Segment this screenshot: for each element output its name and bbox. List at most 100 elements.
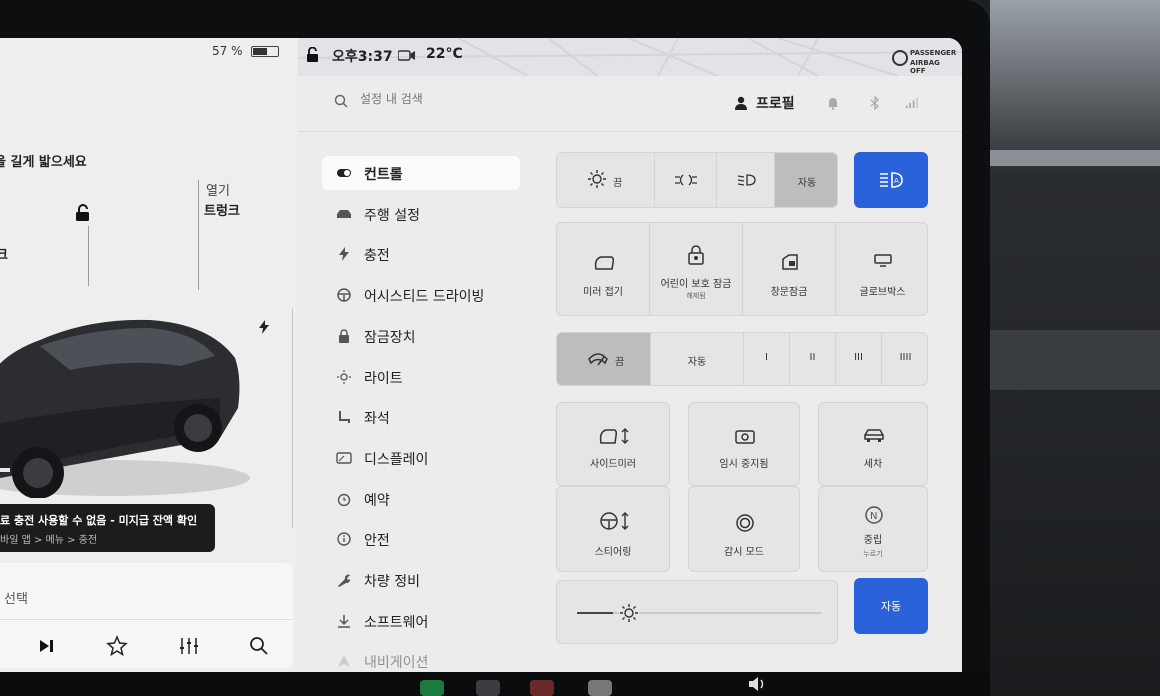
steering-wheel-icon [337,288,351,302]
brightness-slider[interactable] [556,580,838,644]
menu-item-label: 좌석 [364,411,390,428]
menu-item[interactable]: 소프트웨어 [322,604,520,638]
child-lock-status: 해제됨 [686,292,706,300]
low-beam-button[interactable] [717,153,775,207]
alert-title: 료 충전 사용할 수 없음 - 미지급 잔액 확인 [0,514,198,527]
brightness-auto-button[interactable]: 자동 [854,578,928,634]
menu-item-label: 컨트롤 [364,167,403,183]
media-source-select[interactable]: 선택 [4,588,28,607]
window-lock-button[interactable]: 창문잠금 [743,223,836,315]
menu-item[interactable]: 예약 [322,482,520,516]
brightness-auto-label: 자동 [880,600,902,613]
menu-item[interactable]: 디스플레이 [322,441,520,475]
child-lock-label: 어린이 보호 잠금 [660,279,732,290]
profile-button[interactable]: 프로필 [756,93,795,113]
window-lock-icon [782,254,798,270]
neutral-button[interactable]: N 중립 누르기 [818,486,928,572]
menu-item-label: 내비게이션 [364,655,429,672]
brightness-sun-icon[interactable] [619,603,639,623]
menu-item-label: 잠금장치 [364,329,416,346]
guide-line [292,308,293,528]
high-beam-button[interactable]: A [854,152,928,208]
wiper-speed-2-button[interactable]: II [790,333,836,385]
menu-item[interactable]: 어시스티드 드라이빙 [322,278,520,312]
lights-off-button[interactable]: 끔 [557,153,655,207]
dashboard-trim [990,330,1160,390]
menu-item[interactable]: 주행 설정 [322,197,520,231]
bell-icon[interactable] [826,96,840,110]
equalizer-icon[interactable] [178,635,200,657]
menu-item[interactable]: 안전 [322,522,520,556]
menu-item-label: 어시스티드 드라이빙 [364,289,485,306]
unlock-status-icon[interactable] [306,47,320,62]
neutral-icon: N [865,506,883,524]
child-lock-button[interactable]: 어린이 보호 잠금 해제됨 [650,223,743,315]
menu-item-label: 소프트웨어 [364,614,429,631]
app-icon[interactable] [420,680,444,696]
wiper-speed-4-button[interactable]: IIII [882,333,927,385]
menu-item[interactable]: 내비게이션 [322,644,520,672]
car-wash-icon [864,429,884,442]
wiper-icon [588,353,608,366]
status-bar: 오후3:37 22°C PASSENGER AIRBAG OFF [298,38,962,76]
mirror-fold-button[interactable]: 미러 접기 [557,223,650,315]
dashcam-icon[interactable] [398,50,416,61]
sentry-mode-button[interactable]: 감시 모드 [688,486,800,572]
child-lock-icon [688,245,704,265]
profile-icon [735,96,747,110]
wiper-auto-label: 자동 [687,357,707,368]
menu-item-label: 디스플레이 [364,451,429,468]
clock: 오후3:37 [332,49,393,65]
glovebox-icon [874,254,892,267]
low-beam-icon [737,174,756,186]
menu-item-label: 안전 [364,533,390,550]
wiper-speed-3-button[interactable]: III [836,333,882,385]
sun-icon [337,369,351,384]
unlock-icon[interactable] [74,204,92,222]
ambient-light-strip [990,150,1160,166]
menu-item[interactable]: 잠금장치 [322,319,520,353]
side-mirror-adjust-button[interactable]: 사이드미러 [556,402,670,486]
play-next-icon[interactable] [35,635,57,657]
dashcam-pause-label: 임시 중지됨 [719,459,769,470]
menu-item[interactable]: 차량 정비 [322,563,520,597]
trunk-open-label[interactable]: 열기 [206,180,230,199]
parking-lights-button[interactable] [655,153,717,207]
wiper-speed-1-button[interactable]: I [744,333,790,385]
settings-search-input[interactable] [360,92,560,106]
steering-adjust-button[interactable]: 스티어링 [556,486,670,572]
volume-icon[interactable] [748,676,766,692]
menu-item[interactable]: 라이트 [322,360,520,394]
lights-auto-button[interactable]: 자동 [775,153,837,207]
sun-icon [588,170,606,188]
glovebox-button[interactable]: 글로브박스 [836,223,927,315]
app-icon[interactable] [476,680,500,696]
menu-item-label: 예약 [364,492,390,509]
alarm-icon [337,493,351,506]
dashcam-pause-button[interactable]: 임시 중지됨 [688,402,800,486]
quick-controls: 미러 접기 어린이 보호 잠금 해제됨 창문잠금 글로브박스 [556,222,928,316]
battery-icon [251,46,279,57]
auto-high-beam-icon: A [880,172,903,188]
wiper-auto-button[interactable]: 자동 [651,333,744,385]
wrench-icon [338,574,351,587]
trunk-label[interactable]: 트렁크 [204,200,240,219]
menu-item[interactable]: 충전 [322,237,520,271]
sentry-label: 감시 모드 [724,547,764,558]
charging-alert[interactable]: 료 충전 사용할 수 없음 - 미지급 잔액 확인 바일 앱 > 메뉴 > 충전 [0,504,215,552]
wiper-off-button[interactable]: 끔 [557,333,651,385]
frunk-label[interactable]: 크 [0,244,8,263]
bluetooth-icon[interactable] [868,96,882,110]
app-icon[interactable] [530,680,554,696]
bolt-icon [339,247,349,262]
car-view-pane: 57 % 을 길게 밟으세요 크 열기 트렁크 료 충전 사용할 수 없음 - … [0,38,298,672]
airbag-icon [892,50,908,66]
menu-item[interactable]: 컨트롤 [322,156,520,190]
neutral-hint: 누르기 [863,550,883,558]
search-icon[interactable] [248,635,270,657]
star-icon[interactable] [106,635,128,657]
app-icon[interactable] [588,680,612,696]
car-wash-button[interactable]: 세차 [818,402,928,486]
menu-item[interactable]: 좌석 [322,400,520,434]
settings-header: 프로필 [298,76,962,132]
